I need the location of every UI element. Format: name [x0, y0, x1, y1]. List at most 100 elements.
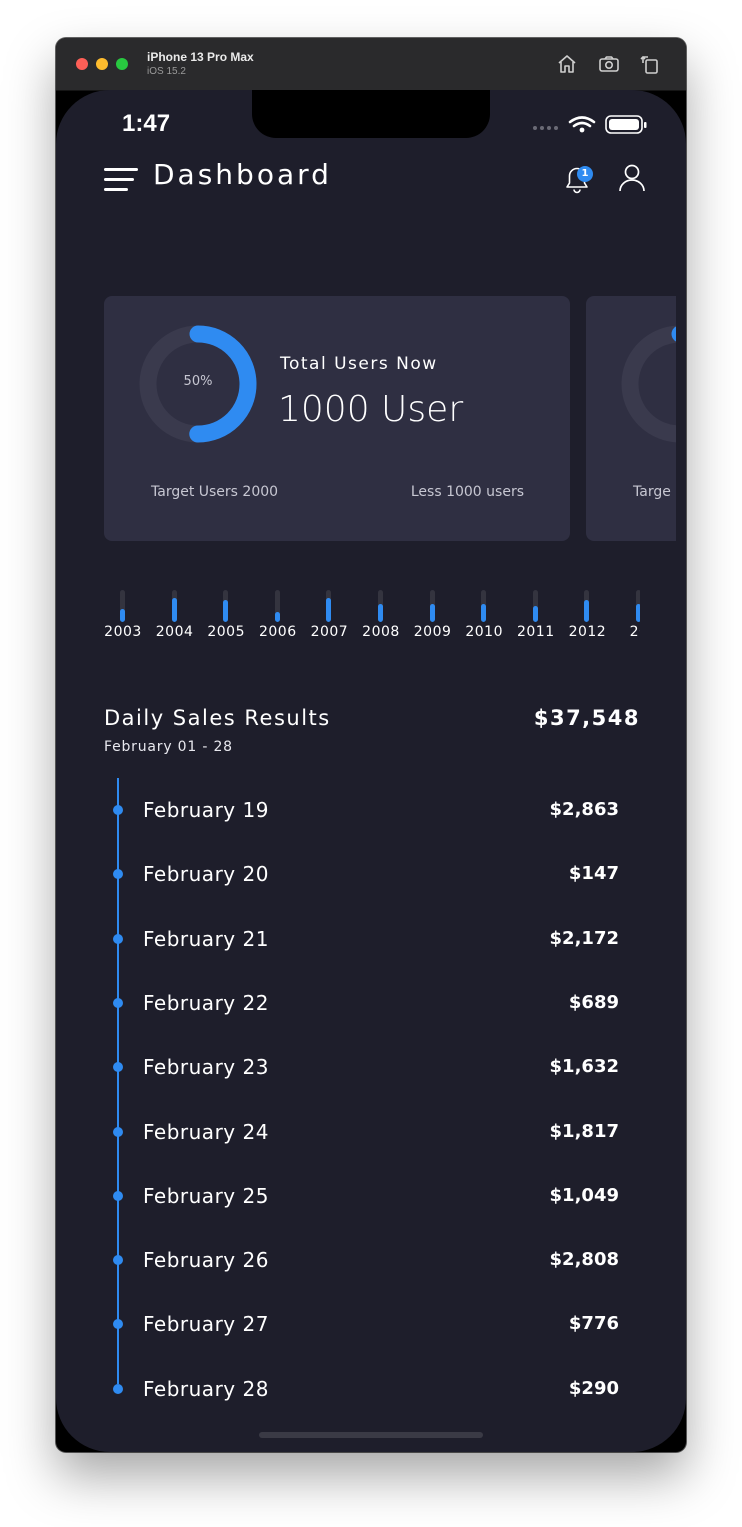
hamburger-icon[interactable] [104, 168, 138, 192]
year-bar-fill [636, 604, 640, 622]
zoom-window-button[interactable] [116, 58, 128, 70]
year-item[interactable]: 2003 [104, 590, 144, 650]
sales-row: February 22 $689 [56, 991, 686, 1031]
sales-row-amount: $1,817 [549, 1120, 619, 1142]
sales-row-date: February 26 [143, 1248, 269, 1273]
year-bar-track [378, 590, 383, 622]
year-bar-fill [171, 598, 177, 622]
sales-row-date: February 21 [143, 926, 269, 951]
simulator-device-name: iPhone 13 Pro Max [147, 50, 254, 64]
minimize-window-button[interactable] [96, 58, 108, 70]
year-item[interactable]: 2008 [362, 590, 402, 650]
year-item[interactable]: 2004 [156, 590, 196, 650]
signal-dot [554, 126, 558, 130]
year-label: 2003 [104, 624, 142, 640]
year-bar-fill [274, 612, 280, 622]
rotate-icon[interactable] [638, 52, 662, 76]
year-bar-fill [326, 598, 332, 622]
year-selector[interactable]: 2003 2004 2005 2006 2007 2008 2009 2010 2011 2012… [104, 590, 640, 650]
card-target: Target Users 2000 [151, 484, 279, 500]
year-bar-fill [532, 606, 538, 622]
year-item[interactable]: 2005 [207, 590, 247, 650]
year-item[interactable]: 2010 [465, 590, 505, 650]
timeline-dot [113, 933, 123, 944]
year-label: 2012 [568, 624, 607, 640]
card-target: Targe [633, 484, 671, 500]
year-item[interactable]: 2006 [259, 590, 299, 650]
sales-row-amount: $689 [568, 991, 619, 1013]
user-icon[interactable] [616, 162, 648, 194]
donut-percent: 4 [618, 374, 677, 389]
hamburger-line [104, 178, 134, 181]
year-label: 2006 [258, 624, 297, 640]
simulator-titlebar: iPhone 13 Pro Max iOS 15.2 [56, 38, 686, 91]
sales-row-date: February 28 [143, 1376, 269, 1401]
signal-dot [533, 126, 537, 130]
year-bar-track [274, 590, 280, 622]
signal-dot [540, 126, 544, 130]
home-indicator[interactable] [259, 1432, 483, 1438]
notification-badge: 1 [577, 166, 593, 182]
sales-date-range: February 01 - 28 [104, 739, 233, 755]
sales-row: February 26 $2,808 [56, 1248, 686, 1288]
sales-row: February 21 $2,172 [56, 927, 686, 967]
sales-row-date: February 25 [143, 1183, 269, 1208]
sales-row-date: February 22 [143, 990, 269, 1015]
sales-row-date: February 24 [143, 1119, 269, 1144]
year-bar-fill [584, 599, 590, 622]
home-icon[interactable] [555, 52, 579, 76]
card-remaining: Less 1000 users [410, 484, 524, 500]
sales-row: February 28 $290 [56, 1377, 686, 1417]
status-bar-icons [533, 115, 647, 134]
year-item[interactable]: 2007 [310, 590, 350, 650]
year-bar-track [120, 590, 125, 622]
year-label: 2009 [413, 624, 452, 640]
timeline-dot [113, 1319, 123, 1330]
year-item[interactable]: 2011 [517, 590, 557, 650]
sales-row-amount: $147 [568, 863, 619, 885]
year-bar-track [429, 590, 435, 622]
sales-row-date: February 19 [143, 798, 269, 822]
timeline-dot [113, 1383, 123, 1394]
stats-carousel[interactable]: 50% Total Users Now 1000 User Target Use… [104, 296, 676, 542]
timeline-dot [113, 805, 123, 815]
stats-card[interactable]: 4 Targe [586, 296, 676, 541]
timeline-dot [113, 1255, 123, 1266]
stats-card[interactable]: 50% Total Users Now 1000 User Target Use… [104, 296, 570, 541]
year-label: 2004 [155, 624, 194, 640]
phone-screen: 1:47 Dashboard 1 50% Total Users Now 100… [56, 90, 686, 1452]
sales-row-amount: $2,863 [549, 799, 619, 820]
timeline-dot [113, 1062, 123, 1073]
year-item[interactable]: 20 [620, 590, 640, 650]
sales-row-amount: $1,632 [549, 1056, 619, 1078]
year-bar-track [584, 590, 590, 622]
sales-total: $37,548 [533, 706, 640, 730]
year-bar-track [223, 590, 229, 622]
hamburger-line [104, 188, 128, 191]
year-item[interactable]: 2012 [568, 590, 608, 650]
timeline-dot [113, 869, 123, 880]
sales-row-date: February 23 [143, 1055, 269, 1080]
year-bar-track [326, 590, 332, 622]
year-label: 2005 [207, 624, 245, 640]
year-bar-fill [223, 599, 229, 622]
year-bar-fill [429, 604, 435, 622]
hamburger-line [104, 168, 138, 171]
camera-icon[interactable] [597, 52, 621, 76]
sales-row: February 24 $1,817 [56, 1120, 686, 1160]
device-notch [252, 90, 490, 138]
sales-row-amount: $1,049 [549, 1184, 619, 1206]
simulator-os-version: iOS 15.2 [147, 66, 186, 77]
sales-row-date: February 20 [143, 862, 269, 887]
sales-row-amount: $2,172 [549, 927, 619, 949]
wifi-dot [579, 127, 585, 133]
year-bar-track [171, 590, 177, 622]
status-bar-time: 1:47 [122, 110, 171, 137]
sales-row: February 20 $147 [56, 862, 686, 902]
signal-dot [547, 126, 551, 130]
year-item[interactable]: 2009 [414, 590, 454, 650]
simulator-window: iPhone 13 Pro Max iOS 15.2 1:47 Dashboar… [56, 38, 686, 1452]
close-window-button[interactable] [76, 58, 88, 70]
year-bar-fill [481, 604, 487, 622]
sales-row: February 19 $2,863 [56, 798, 686, 838]
